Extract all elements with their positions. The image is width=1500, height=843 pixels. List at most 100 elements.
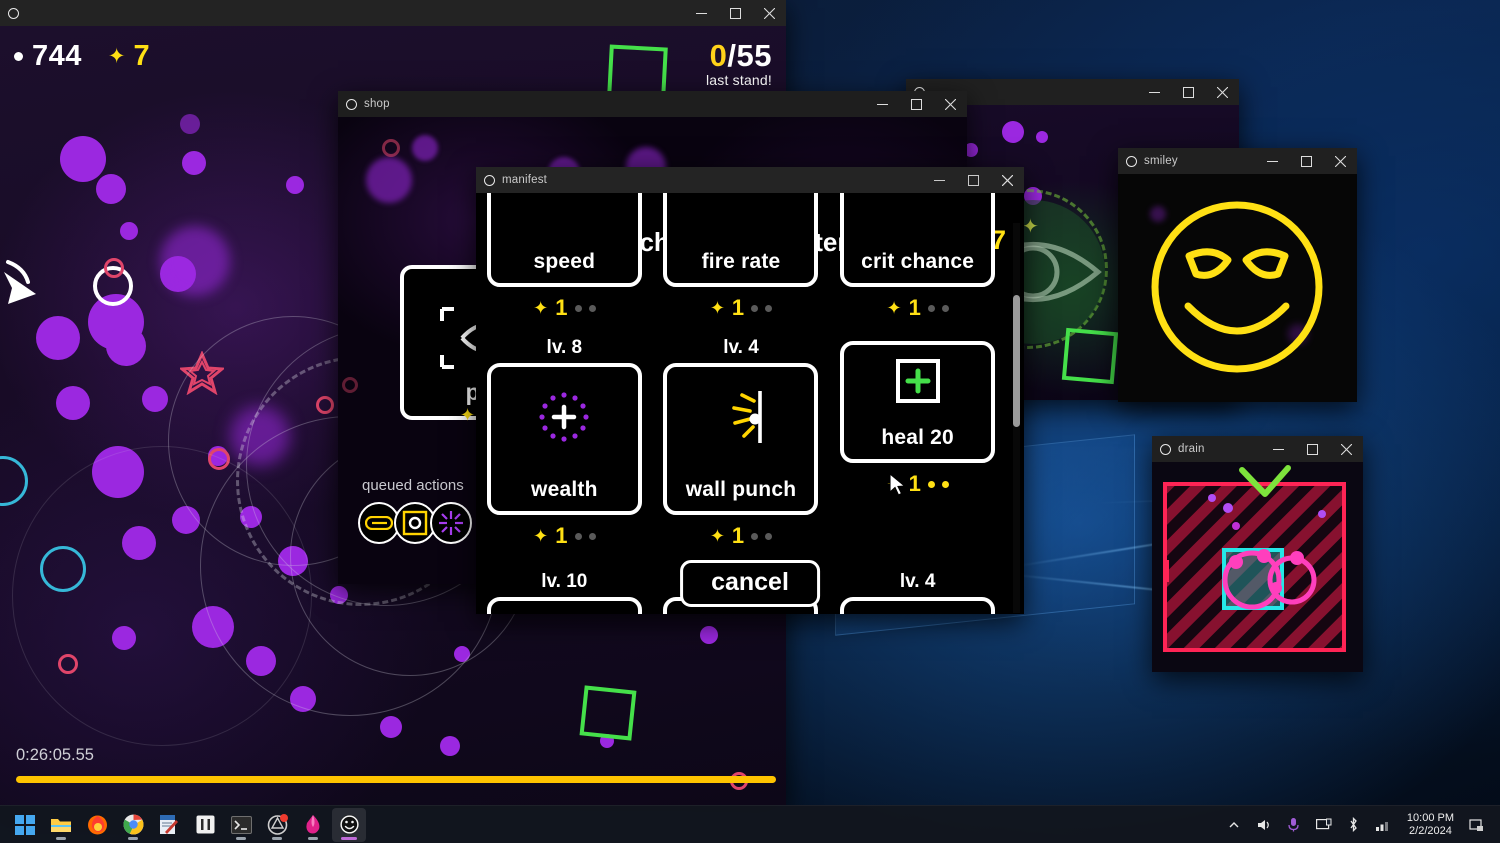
manifest-window-titlebar[interactable]: manifest: [476, 167, 1024, 193]
running-indicator: [272, 837, 282, 840]
star-icon: ✦: [460, 405, 476, 425]
minimize-icon[interactable]: [1261, 436, 1295, 462]
shop-window-titlebar[interactable]: shop: [338, 91, 967, 117]
price-pip: [765, 304, 773, 312]
firefox-icon: [87, 815, 107, 835]
file-explorer-button[interactable]: [44, 808, 78, 842]
maximize-icon[interactable]: [1295, 436, 1329, 462]
price-pip: [574, 532, 582, 540]
network-icon[interactable]: [1371, 808, 1397, 842]
shop-item-cell-wall-punch[interactable]: lv. 4 wall punch ✦ 1: [653, 337, 829, 549]
show-hidden-icons-button[interactable]: [1221, 808, 1247, 842]
shop-item-cell[interactable]: speed ✦ 1: [476, 193, 652, 321]
shop-item-box[interactable]: [486, 597, 642, 614]
shop-item-box-wall-punch[interactable]: wall punch: [663, 363, 819, 515]
app-circle-icon: [0, 0, 26, 26]
speaker-icon[interactable]: [1251, 808, 1277, 842]
minimize-icon[interactable]: [1137, 79, 1171, 105]
cancel-button[interactable]: cancel: [680, 559, 820, 607]
particle: [412, 135, 438, 161]
shop-item-name: crit chance: [861, 250, 975, 273]
coin-ring-plus-icon: [491, 391, 638, 443]
wave-counter: 0/55: [706, 38, 772, 74]
minimize-icon[interactable]: [1255, 148, 1289, 174]
smiley-window-titlebar[interactable]: smiley: [1118, 148, 1357, 174]
cyan-ring: [0, 456, 28, 506]
close-icon[interactable]: [933, 91, 967, 117]
close-icon[interactable]: [1329, 436, 1363, 462]
microphone-icon[interactable]: [1281, 808, 1307, 842]
shop-item-box[interactable]: crit chance: [840, 193, 996, 287]
start-button[interactable]: [8, 808, 42, 842]
minimize-icon[interactable]: [684, 0, 718, 26]
windows-taskbar[interactable]: 10:00 PM 2/2/2024: [0, 805, 1500, 843]
white-app-button[interactable]: [188, 808, 222, 842]
particle: [106, 326, 146, 366]
taskbar-app-list[interactable]: [0, 807, 366, 842]
pink-app-button[interactable]: [296, 808, 330, 842]
shop-item-price: ✦ 1: [533, 523, 596, 549]
manifest-dialog-body[interactable]: 744 choose shop item ✦ 7 speed: [476, 193, 1024, 614]
particle: [380, 716, 402, 738]
minimize-icon[interactable]: [865, 91, 899, 117]
scrollbar-thumb[interactable]: [1013, 295, 1020, 427]
terminal-button[interactable]: [224, 808, 258, 842]
shop-item-box[interactable]: fire rate: [663, 193, 819, 287]
shop-item-price-value: 1: [731, 523, 745, 548]
pink-drop-icon: [306, 815, 320, 834]
maximize-icon[interactable]: [718, 0, 752, 26]
maximize-icon[interactable]: [899, 91, 933, 117]
minimize-icon[interactable]: [922, 167, 956, 193]
shop-item-box[interactable]: [840, 597, 996, 614]
drain-window[interactable]: drain: [1152, 436, 1363, 672]
coin-dot-icon: [14, 52, 23, 61]
boxed-dot-icon: [402, 510, 428, 536]
particle: [366, 157, 412, 203]
maximize-icon[interactable]: [1171, 79, 1205, 105]
text-editor-button[interactable]: [152, 808, 186, 842]
price-pip: [927, 480, 935, 488]
shop-item-box[interactable]: speed: [486, 193, 642, 287]
shop-item-box-wealth[interactable]: wealth: [486, 363, 642, 515]
unity-hub-button[interactable]: [260, 808, 294, 842]
shop-item-cell[interactable]: lv. 4: [830, 571, 1006, 614]
close-icon[interactable]: [1205, 79, 1239, 105]
particle: [180, 114, 200, 134]
drain-viewport[interactable]: [1152, 462, 1363, 672]
particle: [440, 736, 460, 756]
shop-item-cell[interactable]: lv. 10: [476, 571, 652, 614]
firefox-button[interactable]: [80, 808, 114, 842]
chrome-button[interactable]: [116, 808, 150, 842]
shop-item-cell-heal[interactable]: heal 20 ✦ 1: [830, 337, 1006, 549]
shop-item-cell[interactable]: fire rate ✦ 1: [653, 193, 829, 321]
close-icon[interactable]: [1323, 148, 1357, 174]
smiley-window[interactable]: smiley: [1118, 148, 1357, 402]
shop-item-cell-wealth[interactable]: lv. 8 wealth ✦ 1: [476, 337, 652, 549]
manifest-dialog-window[interactable]: manifest 744 choose shop item ✦ 7: [476, 167, 1024, 614]
shop-item-level: lv. 10: [541, 571, 588, 592]
app-circle-icon: [1152, 436, 1178, 462]
action-center-icon[interactable]: [1464, 808, 1490, 842]
shop-item-cell[interactable]: crit chance ✦ 1: [830, 193, 1006, 321]
shop-item-box-heal[interactable]: heal 20: [840, 341, 996, 463]
drain-window-titlebar[interactable]: drain: [1152, 436, 1363, 462]
smiley-app-button[interactable]: [332, 807, 366, 842]
smiley-viewport[interactable]: [1118, 174, 1357, 402]
game-window-titlebar[interactable]: [0, 0, 786, 26]
display-icon[interactable]: [1311, 808, 1337, 842]
maximize-icon[interactable]: [956, 167, 990, 193]
clock-button[interactable]: 10:00 PM 2/2/2024: [1401, 812, 1460, 838]
maximize-icon[interactable]: [1289, 148, 1323, 174]
close-icon[interactable]: [752, 0, 786, 26]
shop-item-price-value: 1: [908, 295, 921, 320]
capsule-icon: [365, 516, 393, 530]
white-square-icon: [196, 815, 214, 834]
queued-action-item[interactable]: [430, 502, 472, 544]
close-icon[interactable]: [990, 167, 1024, 193]
taskbar-system-tray[interactable]: 10:00 PM 2/2/2024: [1221, 808, 1500, 842]
enemy-core: [104, 258, 124, 278]
particle: [120, 222, 138, 240]
bluetooth-icon[interactable]: [1341, 808, 1367, 842]
particle-glow: [160, 226, 230, 296]
queued-actions-list[interactable]: [358, 502, 472, 544]
